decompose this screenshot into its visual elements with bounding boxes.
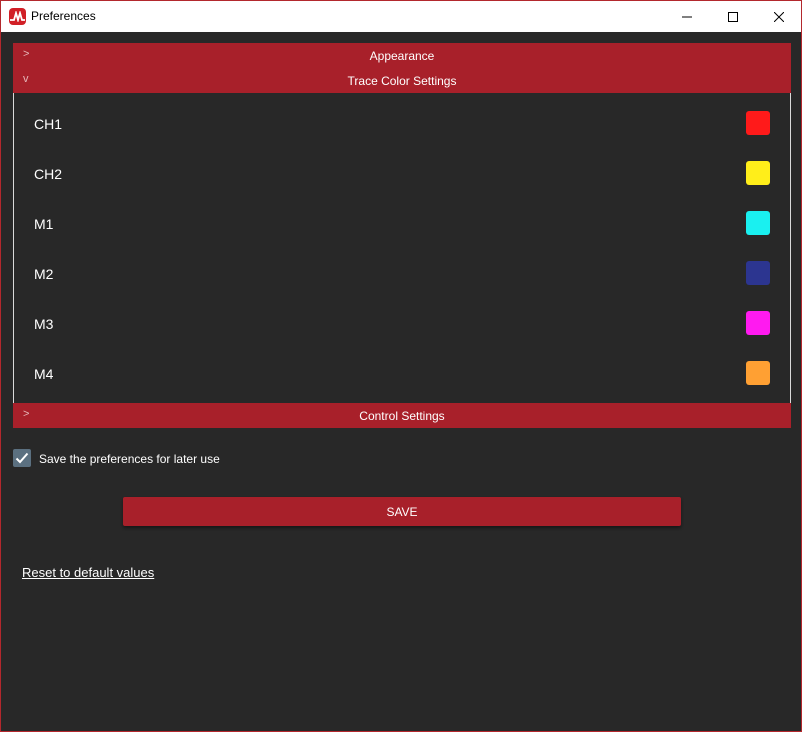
preferences-content: > Appearance v Trace Color Settings CH1 … (1, 32, 801, 731)
trace-row-ch2: CH2 (14, 143, 790, 193)
section-trace-color-header[interactable]: v Trace Color Settings (13, 68, 791, 93)
trace-row-m4: M4 (14, 343, 790, 393)
color-swatch-m4[interactable] (746, 361, 770, 385)
app-logo-icon (9, 8, 26, 25)
window-title: Preferences (31, 9, 96, 23)
title-bar[interactable]: Preferences (1, 1, 801, 32)
color-swatch-m2[interactable] (746, 261, 770, 285)
trace-label: M4 (34, 366, 54, 382)
section-control-settings-header[interactable]: > Control Settings (13, 403, 791, 428)
trace-row-m1: M1 (14, 193, 790, 243)
checkmark-icon (15, 452, 29, 464)
trace-row-m2: M2 (14, 243, 790, 293)
preferences-window: Preferences > Appearance v Trace Color S… (0, 0, 802, 732)
section-trace-color-label: Trace Color Settings (347, 74, 457, 88)
minimize-icon (682, 16, 692, 17)
maximize-icon (728, 11, 738, 22)
color-swatch-m3[interactable] (746, 311, 770, 335)
color-swatch-ch2[interactable] (746, 161, 770, 185)
reset-defaults-link[interactable]: Reset to default values (22, 565, 154, 580)
trace-label: M3 (34, 316, 54, 332)
trace-label: CH1 (34, 116, 63, 132)
minimize-button[interactable] (664, 1, 710, 32)
trace-row-ch1: CH1 (14, 93, 790, 143)
section-control-settings-label: Control Settings (359, 409, 445, 423)
trace-label: M2 (34, 266, 54, 282)
trace-label: CH2 (34, 166, 63, 182)
close-icon (774, 11, 784, 22)
section-appearance-label: Appearance (369, 49, 435, 63)
close-button[interactable] (756, 1, 802, 32)
trace-row-m3: M3 (14, 293, 790, 343)
save-preferences-label[interactable]: Save the preferences for later use (39, 452, 220, 466)
save-button[interactable]: SAVE (123, 497, 681, 526)
section-appearance-header[interactable]: > Appearance (13, 43, 791, 68)
trace-color-panel: CH1 CH2 M1 M2 M3 M4 (13, 93, 791, 403)
color-swatch-m1[interactable] (746, 211, 770, 235)
trace-label: M1 (34, 216, 54, 232)
maximize-button[interactable] (710, 1, 756, 32)
save-preferences-checkbox[interactable] (13, 449, 31, 467)
color-swatch-ch1[interactable] (746, 111, 770, 135)
